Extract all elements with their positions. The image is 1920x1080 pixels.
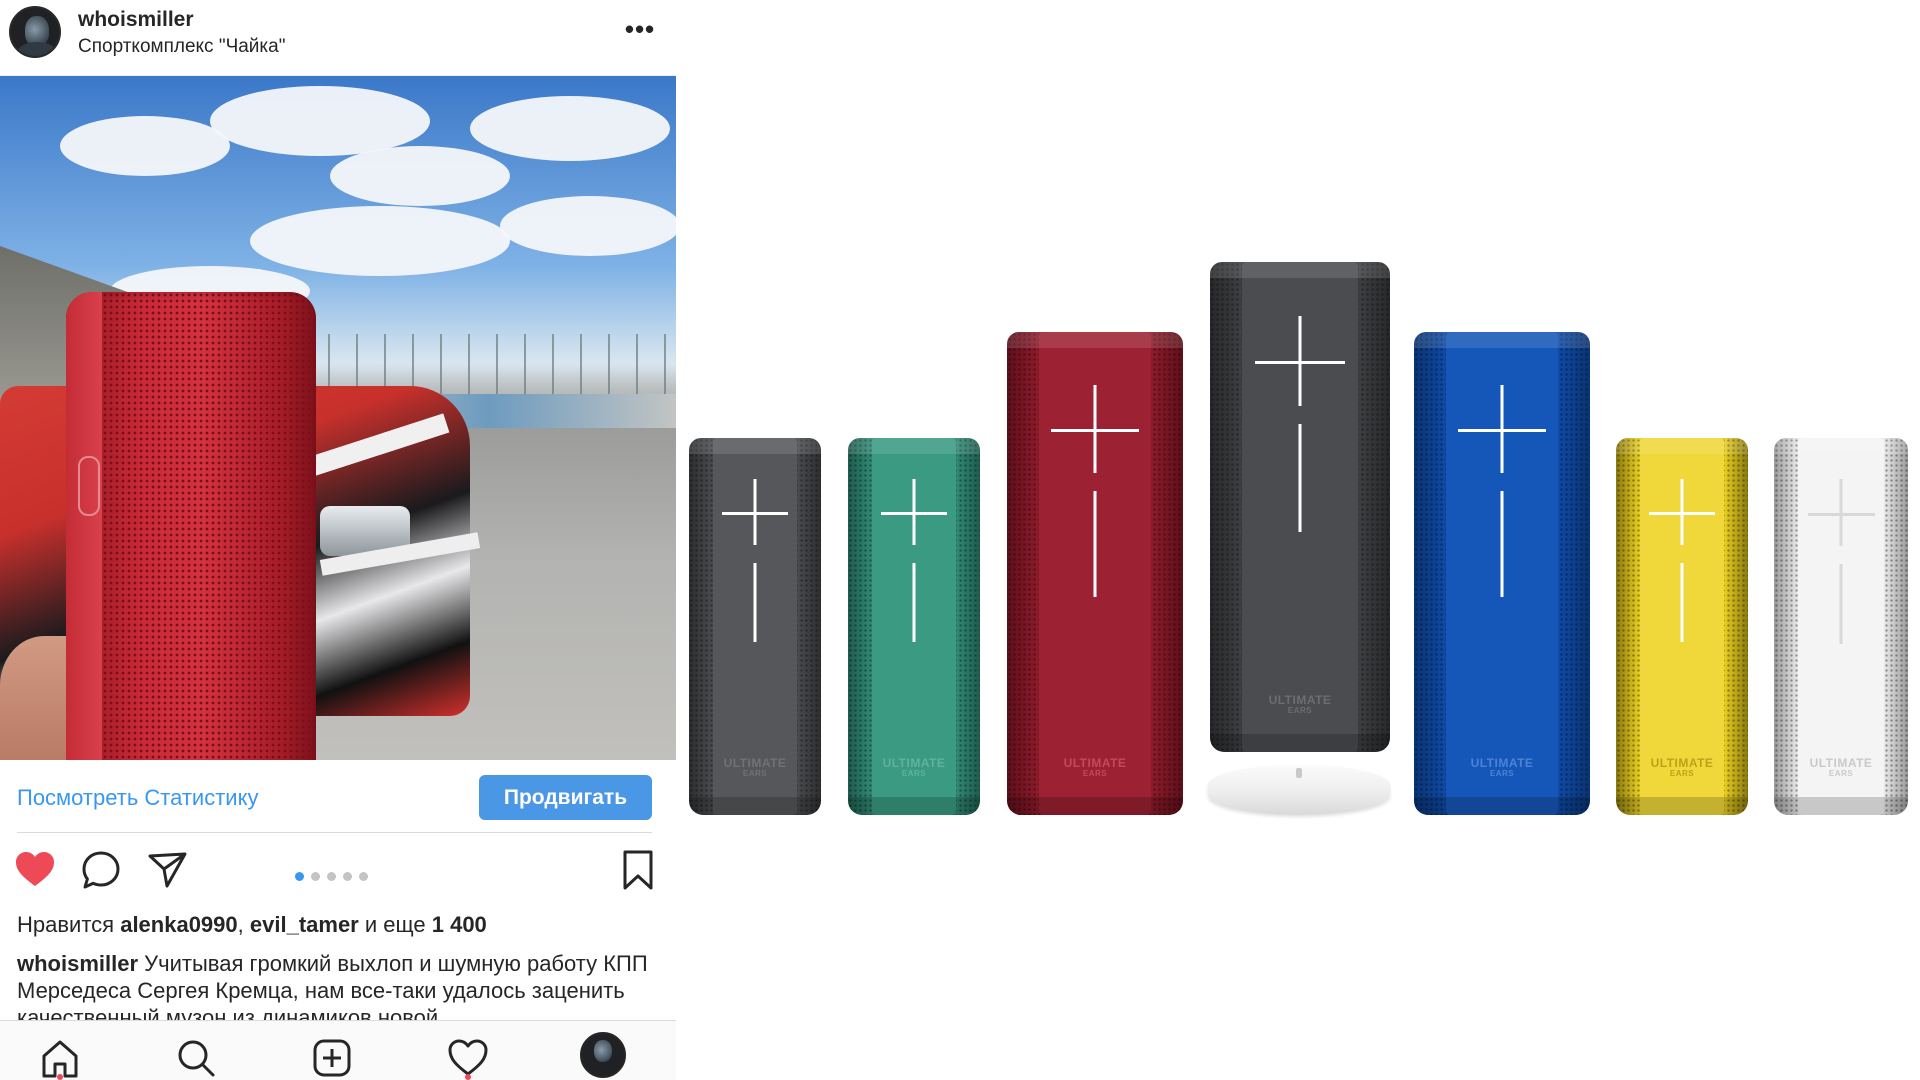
ue-brand-label: ULTIMATE EARS [1063,756,1127,778]
volume-down-icon [753,563,757,642]
ue-brand-label: ULTIMATE EARS [1470,756,1534,778]
view-stats-link[interactable]: Посмотреть Статистику [17,785,258,811]
speaker-red: ULTIMATE EARS [1007,332,1183,815]
comment-icon [82,851,120,889]
carousel-dot [359,872,368,881]
avatar[interactable] [9,6,61,58]
avatar-shirt [17,42,57,56]
comment-button[interactable] [79,848,123,892]
ue-brand-label: ULTIMATE EARS [1650,756,1714,778]
speaker-white: ULTIMATE EARS [1774,438,1908,815]
volume-down-icon [1298,424,1302,532]
location[interactable]: Спорткомплекс "Чайка" [78,36,285,58]
heart-filled-icon [16,852,54,886]
likes-count[interactable]: 1 400 [432,912,487,937]
like-button[interactable] [13,848,57,892]
carousel-dot [343,872,352,881]
save-button[interactable] [616,848,660,892]
volume-down-icon [1839,564,1843,644]
nav-search-button[interactable] [174,1036,218,1080]
instagram-post-panel: whoismiller Спорткомплекс "Чайка" ••• По… [0,0,676,1080]
dock-pin [1296,768,1302,778]
home-notification-dot [57,1074,63,1080]
volume-down-icon [1500,491,1504,597]
likes-line: Нравится alenka0990, evil_tamer и еще 1 … [17,912,487,938]
ue-logo-icon [78,456,100,516]
likes-middle: и еще [364,912,426,937]
caption-author[interactable]: whoismiller [17,951,138,976]
bookmark-icon [623,850,653,890]
speaker-graphite-large: ULTIMATE EARS [1210,262,1390,752]
speaker-blue: ULTIMATE EARS [1414,332,1590,815]
red-speaker [66,292,316,760]
share-button[interactable] [145,848,189,892]
more-options-button[interactable]: ••• [620,14,660,48]
liker-link-1[interactable]: alenka0990 [120,912,237,937]
post-header: whoismiller Спорткомплекс "Чайка" ••• [0,0,676,76]
speaker-teal: ULTIMATE EARS [848,438,980,815]
liker-link-2[interactable]: evil_tamer [250,912,359,937]
carousel-indicator [295,868,375,881]
volume-down-icon [912,563,916,642]
caption: whoismiller Учитывая громкий выхлоп и шу… [17,950,657,1020]
search-icon [178,1040,215,1077]
send-icon [148,852,187,888]
speaker-yellow: ULTIMATE EARS [1616,438,1748,815]
carousel-dot [295,872,304,881]
ue-brand-label: ULTIMATE EARS [882,756,946,778]
volume-down-icon [1680,563,1684,642]
carousel-dot [327,872,336,881]
nav-add-button[interactable] [310,1036,354,1080]
carousel-dot [311,872,320,881]
add-icon [313,1039,351,1077]
ue-brand-label: ULTIMATE EARS [723,756,787,778]
activity-notification-dot [465,1074,471,1080]
likes-prefix: Нравится [17,912,115,937]
likes-separator: , [237,912,244,937]
username[interactable]: whoismiller [78,8,194,32]
promote-button[interactable]: Продвигать [479,775,652,820]
speaker-graphite: ULTIMATE EARS [689,438,821,815]
profile-avatar [594,1040,612,1062]
post-photo[interactable] [0,76,676,760]
volume-down-icon [1093,491,1097,597]
ue-brand-label: ULTIMATE EARS [1809,756,1873,778]
nav-profile-button[interactable] [580,1032,626,1078]
divider [17,832,652,833]
ue-brand-label: ULTIMATE EARS [1268,693,1332,715]
more-icon: ••• [624,14,656,44]
